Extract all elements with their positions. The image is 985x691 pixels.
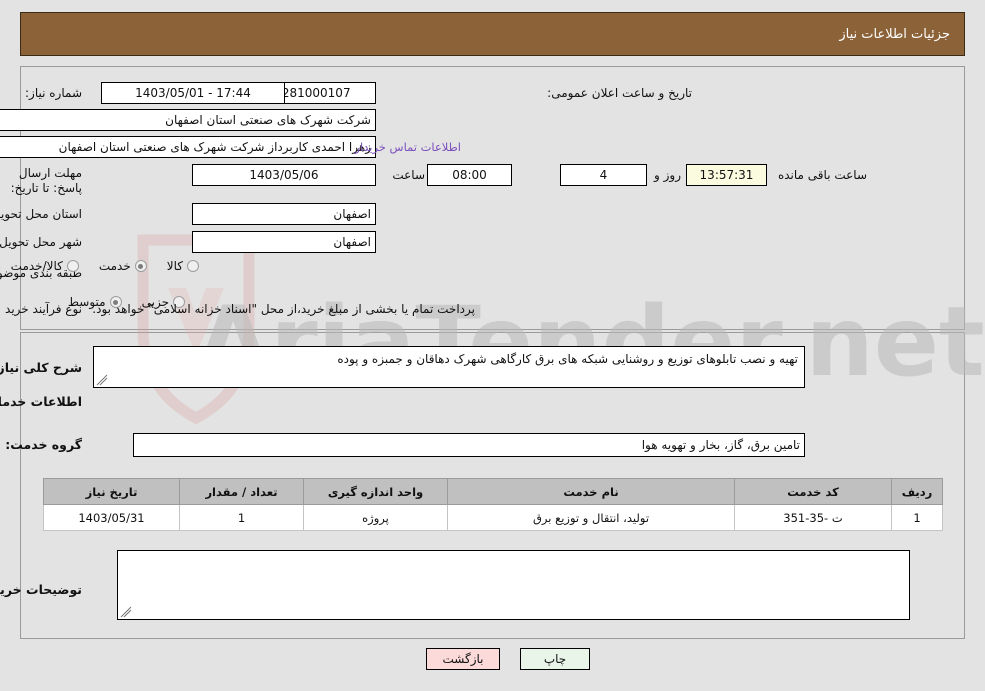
delivery-city-label: شهر محل تحویل: <box>0 235 82 249</box>
announce-datetime-label: تاریخ و ساعت اعلان عمومی: <box>547 86 692 100</box>
radio-dot-icon[interactable] <box>66 260 79 272</box>
radio-label: کالا <box>166 259 183 273</box>
general-desc-label: شرح کلی نیاز: <box>0 360 82 375</box>
deadline-time-value: 08:00 <box>427 164 512 186</box>
radio-category-khedmat[interactable]: خدمت <box>99 259 147 273</box>
table-header-row: ردیف کد خدمت نام خدمت واحد اندازه گیری ت… <box>43 478 943 505</box>
cell-need-date: 1403/05/31 <box>43 504 180 531</box>
radio-dot-icon[interactable] <box>134 260 147 272</box>
deadline-label: مهلت ارسال پاسخ: تا تاریخ: <box>10 166 82 195</box>
radio-label: کالا/خدمت <box>10 259 63 273</box>
need-number-label: شماره نیاز: <box>25 86 82 100</box>
service-group-label: گروه خدمت: <box>5 437 82 452</box>
window-title-bar: جزئیات اطلاعات نیاز <box>20 12 965 56</box>
buyer-contact-link[interactable]: اطلاعات تماس خریدار <box>354 140 461 154</box>
radio-category-kala-khedmat[interactable]: کالا/خدمت <box>11 259 79 273</box>
th-unit: واحد اندازه گیری <box>303 478 448 505</box>
remaining-days-value: 4 <box>560 164 647 186</box>
th-service-code: کد خدمت <box>734 478 892 505</box>
cell-unit: پروژه <box>303 504 448 531</box>
deadline-time-label: ساعت <box>392 168 425 182</box>
th-quantity: تعداد / مقدار <box>179 478 304 505</box>
requester-value: زهرا احمدی کاربرداز شرکت شهرک های صنعتی … <box>0 136 376 158</box>
general-desc-textarea[interactable]: تهیه و نصب تابلوهای توزیع و روشنایی شبکه… <box>93 346 805 388</box>
buyer-notes-textarea[interactable] <box>117 550 910 620</box>
cell-quantity: 1 <box>179 504 304 531</box>
services-table: ردیف کد خدمت نام خدمت واحد اندازه گیری ت… <box>43 478 943 531</box>
general-desc-value: تهیه و نصب تابلوهای توزیع و روشنایی شبکه… <box>337 352 798 366</box>
th-row-no: ردیف <box>891 478 943 505</box>
service-group-value: تامین برق، گاز، بخار و تهویه هوا <box>133 433 805 457</box>
buyer-notes-label: توضیحات خریدار: <box>0 582 82 597</box>
radio-label: خدمت <box>98 259 131 273</box>
deadline-date-value: 1403/05/06 <box>192 164 376 186</box>
cell-service-code: ت -35-351 <box>734 504 892 531</box>
countdown-timer-value: 13:57:31 <box>686 164 767 186</box>
print-button[interactable]: چاپ <box>520 648 590 670</box>
resize-grip-icon[interactable] <box>120 606 132 618</box>
services-section-heading: اطلاعات خدمات مورد نیاز <box>0 394 82 409</box>
page-title: جزئیات اطلاعات نیاز <box>839 26 950 42</box>
cell-row-no: 1 <box>891 504 943 531</box>
table-row: 1 ت -35-351 تولید، انتقال و توزیع برق پر… <box>43 504 943 531</box>
resize-grip-icon[interactable] <box>96 374 108 386</box>
delivery-city-value: اصفهان <box>192 231 376 253</box>
need-summary-panel <box>20 66 965 330</box>
cell-service-name: تولید، انتقال و توزیع برق <box>447 504 735 531</box>
subject-category-radio-group[interactable]: کالا خدمت کالا/خدمت <box>0 259 199 273</box>
islamic-treasury-note: پرداخت تمام یا بخشی از مبلغ خرید،از محل … <box>92 302 475 316</box>
delivery-province-value: اصفهان <box>192 203 376 225</box>
th-need-date: تاریخ نیاز <box>43 478 180 505</box>
countdown-label: ساعت باقی مانده <box>777 168 867 182</box>
back-button[interactable]: بازگشت <box>426 648 500 670</box>
radio-category-kala[interactable]: کالا <box>167 259 199 273</box>
delivery-province-label: استان محل تحویل: <box>0 207 82 221</box>
announce-datetime-value: 1403/05/01 - 17:44 <box>101 82 285 104</box>
page-root: AriaTender.net جزئیات اطلاعات نیاز شماره… <box>0 0 985 691</box>
th-service-name: نام خدمت <box>447 478 735 505</box>
radio-dot-icon[interactable] <box>187 260 199 272</box>
remaining-days-label: روز و <box>654 168 681 182</box>
buyer-org-value: شرکت شهرک های صنعتی استان اصفهان <box>0 109 376 131</box>
